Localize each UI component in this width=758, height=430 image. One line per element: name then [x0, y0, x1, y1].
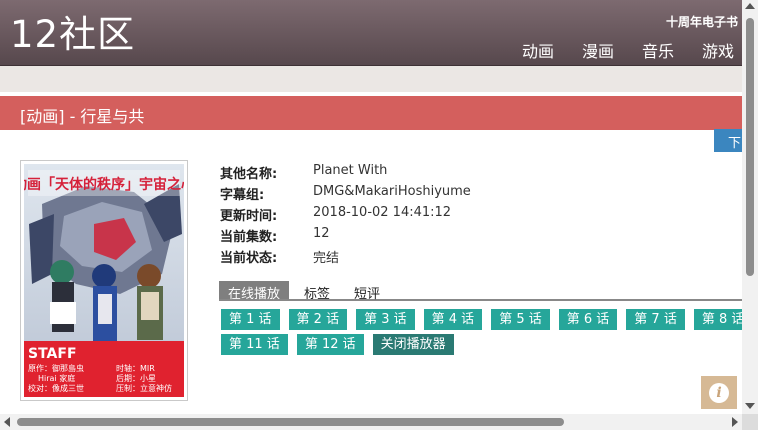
episode-button-5[interactable]: 第 5 话	[491, 309, 550, 330]
header-spacer-band	[0, 66, 742, 92]
tab-tags[interactable]: 标签	[295, 281, 339, 302]
episode-button-12[interactable]: 第 12 话	[296, 334, 364, 355]
episode-row: 第 11 话 第 12 话 关闭播放器	[221, 334, 742, 355]
tab-online-play[interactable]: 在线播放	[219, 281, 290, 302]
vertical-scroll-thumb[interactable]	[746, 18, 754, 276]
nav-item-anime[interactable]: 动画	[516, 38, 560, 62]
page-title-bar: [动画] - 行星与共	[0, 96, 742, 130]
info-row-episodes: 当前集数: 12	[220, 226, 471, 247]
promo-link[interactable]: 十周年电子书	[666, 13, 738, 30]
poster-staff-line: Hirai 家庭	[38, 373, 75, 383]
horizontal-scrollbar[interactable]	[0, 414, 742, 430]
nav-item-manga[interactable]: 漫画	[576, 38, 620, 62]
info-row-status: 当前状态: 完结	[220, 247, 471, 268]
scroll-left-arrow-icon[interactable]	[4, 417, 10, 427]
poster-staff-heading: STAFF	[28, 346, 77, 362]
poster-frame: 动画「天体的秩序」宇宙之心 STAFF 原作：御那島虫 Hirai 家庭 校对：…	[20, 160, 188, 401]
page-title: [动画] - 行星与共	[20, 107, 145, 126]
episode-button-8[interactable]: 第 8 话	[693, 309, 742, 330]
episode-button-3[interactable]: 第 3 话	[356, 309, 415, 330]
episode-button-6[interactable]: 第 6 话	[558, 309, 618, 330]
info-row-subgroup: 字幕组: DMG&MakariHoshiyume	[220, 184, 471, 205]
download-button[interactable]: 下	[714, 129, 742, 152]
anime-poster-image: 动画「天体的秩序」宇宙之心 STAFF 原作：御那島虫 Hirai 家庭 校对：…	[24, 164, 184, 397]
info-value: 12	[313, 226, 330, 241]
episode-button-4[interactable]: 第 4 话	[423, 309, 483, 330]
info-label: 当前状态:	[220, 251, 278, 266]
main-nav: 动画 漫画 音乐 游戏	[500, 38, 740, 62]
info-row-alt-name: 其他名称: Planet With	[220, 163, 471, 184]
episode-button-2[interactable]: 第 2 话	[288, 309, 348, 330]
episode-button-11[interactable]: 第 11 话	[221, 334, 288, 355]
scroll-right-arrow-icon[interactable]	[732, 417, 738, 427]
scrollbar-corner	[742, 414, 758, 430]
info-float-button[interactable]: i	[701, 376, 737, 409]
info-value: 2018-10-02 14:41:12	[313, 205, 452, 220]
info-label: 更新时间:	[220, 209, 278, 224]
detail-tabs: 在线播放 标签 短评	[219, 281, 742, 302]
info-value: Planet With	[313, 163, 388, 178]
info-label: 其他名称:	[220, 167, 278, 182]
nav-item-games[interactable]: 游戏	[696, 38, 740, 62]
info-label: 当前集数:	[220, 230, 278, 245]
info-icon: i	[709, 383, 729, 403]
info-value: DMG&MakariHoshiyume	[313, 184, 471, 199]
anime-info-list: 其他名称: Planet With 字幕组: DMG&MakariHoshiyu…	[220, 163, 471, 268]
vertical-scrollbar[interactable]	[742, 0, 758, 414]
scroll-down-arrow-icon[interactable]	[745, 403, 755, 409]
poster-staff-line: 时轴：MIR	[116, 363, 155, 373]
poster-staff-line: 压制：立意神仿	[116, 383, 172, 393]
site-logo[interactable]: 12社区	[10, 12, 135, 58]
tab-reviews[interactable]: 短评	[345, 281, 389, 302]
scroll-up-arrow-icon[interactable]	[745, 3, 755, 9]
poster-staff-line: 校对：像成三世	[28, 383, 84, 393]
info-label: 字幕组:	[220, 188, 265, 203]
poster-title-art: 动画「天体的秩序」宇宙之心	[24, 176, 184, 193]
episode-button-7[interactable]: 第 7 话	[626, 309, 685, 330]
close-player-button[interactable]: 关闭播放器	[372, 334, 454, 355]
info-row-updated: 更新时间: 2018-10-02 14:41:12	[220, 205, 471, 226]
episode-list: 第 1 话 第 2 话 第 3 话 第 4 话 第 5 话 第 6 话 第 7 …	[221, 309, 742, 359]
page-viewport: 12社区 十周年电子书 动画 漫画 音乐 游戏 [动画] - 行星与共 下 画「…	[0, 0, 742, 414]
horizontal-scroll-thumb[interactable]	[17, 418, 564, 426]
episode-row: 第 1 话 第 2 话 第 3 话 第 4 话 第 5 话 第 6 话 第 7 …	[221, 309, 742, 330]
info-value: 完结	[313, 251, 340, 266]
episode-button-1[interactable]: 第 1 话	[221, 309, 280, 330]
site-header: 12社区 十周年电子书 动画 漫画 音乐 游戏	[0, 0, 742, 66]
poster-staff-line: 原作：御那島虫	[28, 363, 84, 373]
nav-item-music[interactable]: 音乐	[636, 38, 680, 62]
poster-staff-line: 后期：小星	[116, 373, 156, 383]
